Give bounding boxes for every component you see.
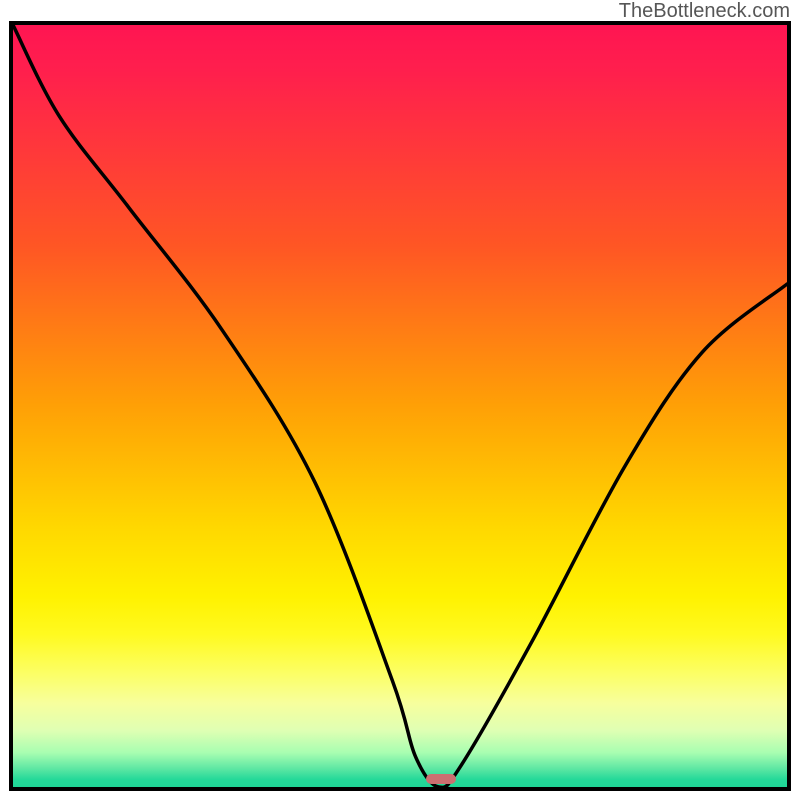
- chart-minimum-marker: [426, 774, 455, 784]
- chart-curve: [13, 25, 787, 787]
- watermark-text: TheBottleneck.com: [619, 0, 790, 23]
- chart-frame: [9, 21, 791, 791]
